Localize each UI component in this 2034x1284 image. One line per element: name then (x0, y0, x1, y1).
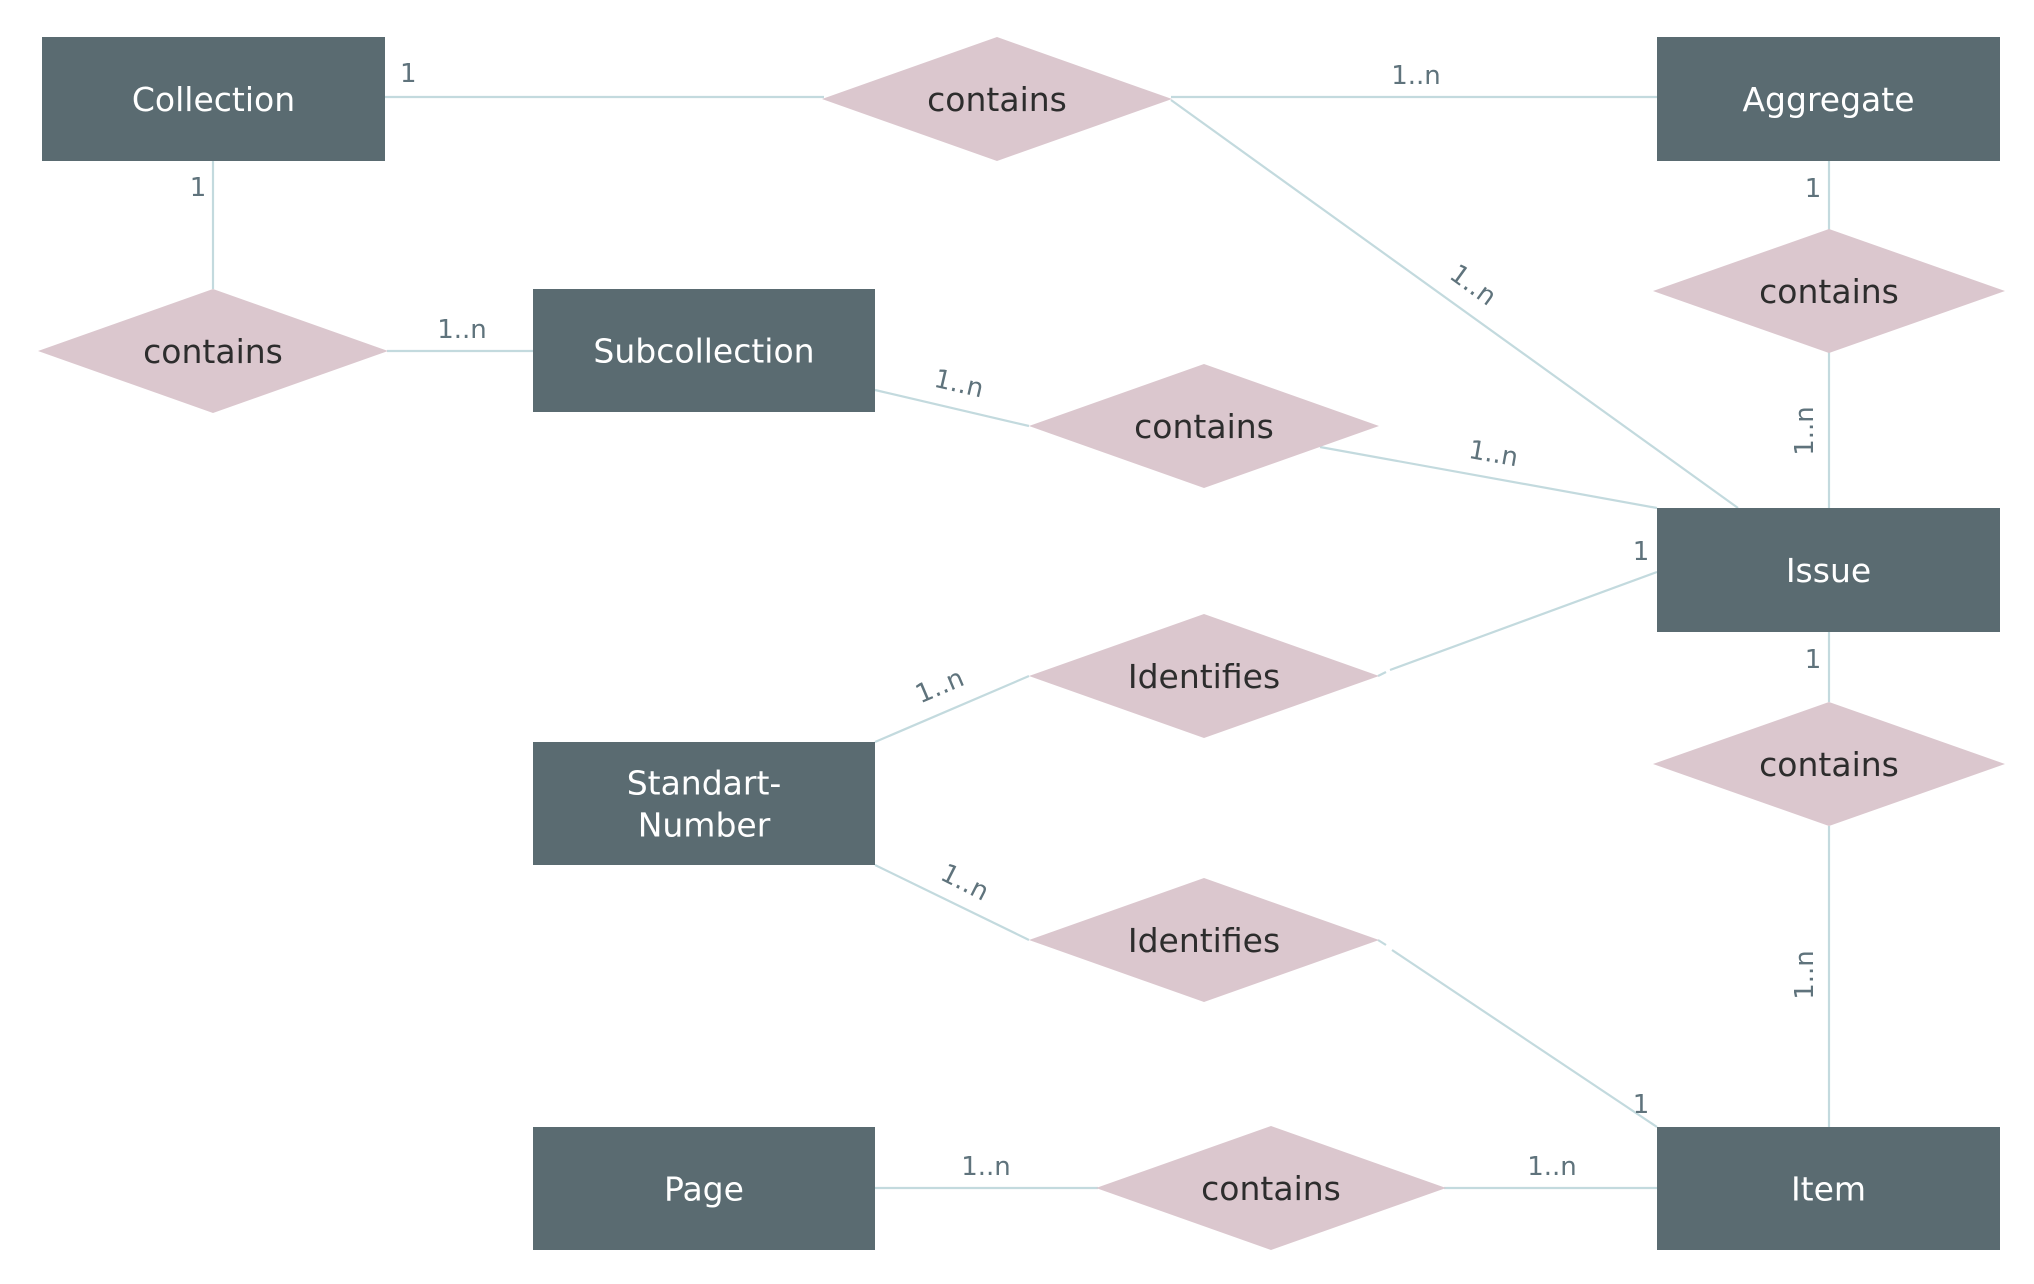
entity-issue[interactable]: Issue (1657, 508, 2000, 632)
cardinality-label: 1..n (931, 364, 986, 404)
entity-label: Aggregate (1742, 80, 1914, 119)
connector-layer (211, 95, 1831, 1190)
cardinality-label: 1..n (936, 858, 994, 907)
cardinality-label: 1 (1805, 645, 1822, 675)
cardinality-label: 1..n (911, 663, 968, 710)
cardinality-label: 1 (1805, 174, 1822, 204)
cardinality-label: 1..n (437, 315, 487, 345)
cardinality-layer: 1 1..n 1..n 1 1..n 1 1..n 1..n 1..n 1 1..n 1..n 1 1 1.… (190, 59, 1822, 1182)
cardinality-label: 1..n (1466, 435, 1520, 473)
relationship-rel-collection-aggregate[interactable]: contains (822, 37, 1172, 161)
cardinality-label: 1..n (1790, 950, 1820, 1000)
relationship-label: contains (1759, 745, 1899, 784)
relationship-rel-collection-subcollection[interactable]: contains (38, 289, 388, 413)
relationship-rel-issue-item[interactable]: contains (1653, 702, 2005, 826)
relationship-rel-aggregate-issue[interactable]: contains (1653, 229, 2005, 353)
cardinality-label: 1 (1633, 1090, 1650, 1120)
entity-subcollection[interactable]: Subcollection (533, 289, 875, 412)
entity-label: Standart- (627, 764, 782, 803)
cardinality-label: 1..n (961, 1152, 1011, 1182)
relationship-rel-standart-issue[interactable]: Identifies (1029, 614, 1379, 738)
entity-label: Number (638, 806, 771, 845)
cardinality-label: 1 (400, 59, 417, 89)
relationship-label: Identifies (1128, 921, 1280, 960)
relationship-label: Identifies (1128, 657, 1280, 696)
er-diagram-canvas: contains contains contains contains Identifi… (38, 37, 2005, 1250)
cardinality-label: 1 (1633, 537, 1650, 567)
entity-label: Subcollection (593, 332, 814, 371)
relationship-label: contains (1759, 272, 1899, 311)
connector-rel-standart-issue-to-issue (1389, 570, 1658, 672)
entity-box[interactable] (533, 742, 875, 865)
relationship-label: contains (1134, 407, 1274, 446)
cardinality-label: 1..n (1527, 1152, 1577, 1182)
relationship-label: contains (143, 332, 283, 371)
connector-stub (1377, 671, 1387, 677)
entity-aggregate[interactable]: Aggregate (1657, 37, 2000, 161)
cardinality-label: 1 (190, 173, 207, 203)
entity-page[interactable]: Page (533, 1127, 875, 1250)
cardinality-label: 1..n (1790, 406, 1820, 456)
relationship-label: contains (927, 80, 1067, 119)
cardinality-label: 1..n (1391, 61, 1441, 91)
relationship-label: contains (1201, 1169, 1341, 1208)
cardinality-label: 1..n (1444, 259, 1502, 312)
entity-label: Item (1791, 1170, 1866, 1209)
shape-layer: contains contains contains contains Identifi… (38, 37, 2005, 1250)
relationship-rel-page-item[interactable]: contains (1096, 1126, 1446, 1250)
connector-stub (1377, 939, 1387, 946)
relationship-rel-subcollection-issue[interactable]: contains (1029, 364, 1379, 488)
entity-label: Collection (132, 80, 295, 119)
relationship-rel-standart-item[interactable]: Identifies (1029, 878, 1379, 1002)
entity-label: Page (664, 1170, 744, 1209)
entity-label: Issue (1786, 551, 1871, 590)
entity-standart-number[interactable]: Standart-Number (533, 742, 875, 865)
entity-item[interactable]: Item (1657, 1127, 2000, 1250)
connector-rel-standart-item-to-item (1391, 949, 1658, 1128)
entity-collection[interactable]: Collection (42, 37, 385, 161)
